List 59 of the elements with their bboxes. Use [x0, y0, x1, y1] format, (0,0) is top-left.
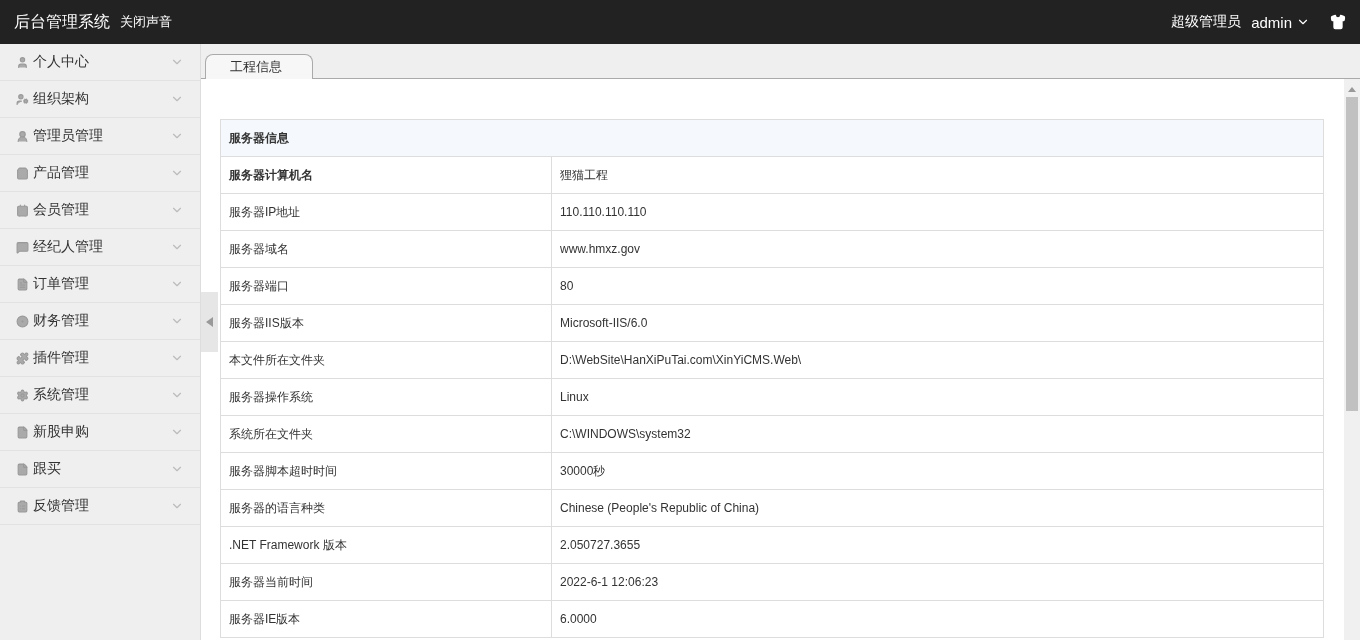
triangle-left-icon — [206, 317, 213, 327]
sidebar-item[interactable]: 个人中心 — [0, 44, 200, 81]
table-cell: 6.0000 — [551, 600, 1324, 638]
sidebar-item[interactable]: 组织架构 — [0, 81, 200, 118]
puzzle-icon — [16, 351, 29, 365]
table-cell: 服务器计算机名 — [220, 156, 552, 194]
disc-icon — [16, 314, 29, 328]
table-cell: 服务器脚本超时时间 — [220, 452, 552, 490]
table-cell: Microsoft-IIS/6.0 — [551, 304, 1324, 342]
document-icon — [16, 425, 29, 439]
table-cell: 服务器的语言种类 — [220, 489, 552, 527]
scrollbar[interactable] — [1344, 79, 1360, 640]
table-cell: 2022-6-1 12:06:23 — [551, 563, 1324, 601]
sidebar-item[interactable]: 会员管理 — [0, 192, 200, 229]
theme-button[interactable] — [1330, 14, 1346, 30]
table-cell: 80 — [551, 267, 1324, 305]
table-cell: C:\WINDOWS\system32 — [551, 415, 1324, 453]
sidebar-item[interactable]: 系统管理 — [0, 377, 200, 414]
table-cell: www.hmxz.gov — [551, 230, 1324, 268]
table-cell: Chinese (People's Republic of China) — [551, 489, 1324, 527]
table-cell: 服务器IP地址 — [220, 193, 552, 231]
table-cell: 服务器当前时间 — [220, 563, 552, 601]
sound-toggle-link[interactable]: 关闭声音 — [120, 13, 172, 31]
user-menu-button[interactable]: admin — [1251, 13, 1310, 31]
sidebar-item[interactable]: 订单管理 — [0, 266, 200, 303]
table-cell: 110.110.110.110 — [551, 193, 1324, 231]
sidebar-item[interactable]: 产品管理 — [0, 155, 200, 192]
sidebar-item[interactable]: 财务管理 — [0, 303, 200, 340]
sidebar-item[interactable]: 新股申购 — [0, 414, 200, 451]
sidebar-item[interactable]: 跟买 — [0, 451, 200, 488]
sidebar-item[interactable]: 经纪人管理 — [0, 229, 200, 266]
document-icon — [16, 277, 29, 291]
user-role: 超级管理员 — [1171, 13, 1242, 31]
tab[interactable]: 工程信息 — [205, 54, 313, 79]
document-icon — [16, 462, 29, 476]
table-cell: 服务器IIS版本 — [220, 304, 552, 342]
table-cell: 服务器IE版本 — [220, 600, 552, 638]
sidebar-item[interactable]: 反馈管理 — [0, 488, 200, 525]
sidebar-item[interactable]: 插件管理 — [0, 340, 200, 377]
table-cell: 本文件所在文件夹 — [220, 341, 552, 379]
table-cell: 服务器端口 — [220, 267, 552, 305]
gear-icon — [16, 388, 29, 402]
shirt-icon — [1330, 14, 1346, 30]
user-icon — [16, 55, 29, 69]
table-cell: 服务器操作系统 — [220, 378, 552, 416]
table-title: 服务器信息 — [220, 119, 1324, 157]
table-cell: 2.050727.3655 — [551, 526, 1324, 564]
user-icon — [16, 129, 29, 143]
table-cell: D:\WebSite\HanXiPuTai.com\XinYiCMS.Web\ — [551, 341, 1324, 379]
table-cell: 30000秒 — [551, 452, 1324, 490]
table-cell: 服务器域名 — [220, 230, 552, 268]
users-icon — [16, 92, 29, 106]
table-cell: Linux — [551, 378, 1324, 416]
table-cell: .NET Framework 版本 — [220, 526, 552, 564]
collapse-handle[interactable] — [201, 292, 218, 352]
sidebar-item[interactable]: 管理员管理 — [0, 118, 200, 155]
app-title: 后台管理系统 — [14, 11, 110, 32]
table-cell: 狸猫工程 — [551, 156, 1324, 194]
table-cell: 系统所在文件夹 — [220, 415, 552, 453]
